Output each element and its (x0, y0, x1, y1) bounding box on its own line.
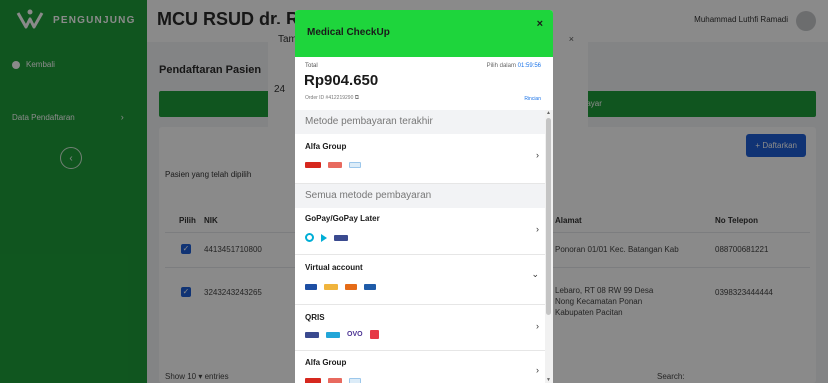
bni-logo-icon (345, 284, 357, 290)
payment-logos (305, 233, 348, 242)
payment-logos: OVO (305, 330, 379, 339)
payment-method-alfa[interactable]: Alfa Group › (295, 351, 545, 383)
copy-icon[interactable]: ⧉ (355, 95, 359, 101)
mandiri-logo-icon (324, 284, 338, 290)
chevron-right-icon: › (536, 321, 539, 331)
qris-logo-icon (305, 331, 319, 338)
deadline-label: Pilih dalam (486, 63, 516, 69)
payment-method-gopay[interactable]: GoPay/GoPay Later › (295, 208, 545, 255)
chevron-right-icon: › (536, 224, 539, 234)
section-header-all: Semua metode pembayaran (295, 184, 545, 208)
total-amount: Rp904.650 (304, 72, 379, 89)
section-title: Metode pembayaran terakhir (305, 116, 433, 127)
lawson-logo-icon (349, 378, 361, 383)
lawson-logo-icon (349, 162, 361, 168)
alfamart-logo-icon (305, 162, 321, 168)
payment-logos (305, 162, 361, 168)
payment-method-name: QRIS (305, 313, 325, 322)
payment-logos (305, 284, 376, 290)
scroll-up-icon[interactable]: ▲ (546, 110, 551, 116)
countdown-timer: 01:59:56 (517, 63, 541, 69)
section-title: Semua metode pembayaran (305, 190, 432, 201)
gopay-logo-icon (326, 331, 340, 338)
chevron-down-icon: ⌄ (531, 269, 539, 279)
gopay-later-logo-icon (321, 233, 327, 242)
payment-modal: Medical CheckUp × Total Rp904.650 Order … (295, 10, 553, 383)
payment-method-name: GoPay/GoPay Later (305, 214, 380, 223)
modal-title: Medical CheckUp (307, 27, 390, 38)
modal-header: Medical CheckUp × (295, 10, 553, 57)
close-icon[interactable]: × (537, 18, 543, 30)
dan-dan-logo-icon (328, 378, 342, 383)
total-section: Total Rp904.650 Order ID #412219290 ⧉ Pi… (295, 57, 553, 110)
ovo-logo: OVO (347, 331, 363, 338)
payment-methods-list[interactable]: Metode pembayaran terakhir Alfa Group › … (295, 110, 553, 383)
detail-link[interactable]: Rincian (524, 96, 541, 102)
order-id-text: Order ID #412219290 (305, 95, 354, 101)
payment-method-qris[interactable]: QRIS OVO › (295, 305, 545, 351)
scrollbar-thumb[interactable] (546, 118, 551, 315)
shopeepay-logo-icon (369, 330, 379, 339)
payment-deadline: Pilih dalam 01:59:56 (487, 63, 541, 69)
payment-method-name: Virtual account (305, 263, 363, 272)
qris-logo-icon (334, 234, 348, 241)
order-id: Order ID #412219290 ⧉ (305, 95, 359, 102)
scroll-down-icon[interactable]: ▼ (546, 377, 551, 383)
payment-logos (305, 378, 361, 383)
chevron-right-icon: › (536, 365, 539, 375)
total-label: Total (305, 63, 318, 69)
section-header-recent: Metode pembayaran terakhir (295, 110, 545, 134)
alfamart-logo-icon (305, 378, 321, 383)
payment-method-name: Alfa Group (305, 358, 347, 367)
gopay-logo-icon (305, 233, 314, 242)
dan-dan-logo-icon (328, 162, 342, 168)
chevron-right-icon: › (536, 150, 539, 160)
payment-method-name: Alfa Group (305, 142, 347, 151)
scrollbar[interactable]: ▲ ▼ (545, 110, 553, 383)
payment-method-virtual-account[interactable]: Virtual account ⌄ (295, 255, 545, 305)
payment-method-alfa-recent[interactable]: Alfa Group › (295, 134, 545, 184)
bri-logo-icon (364, 284, 376, 290)
bca-logo-icon (305, 284, 317, 290)
